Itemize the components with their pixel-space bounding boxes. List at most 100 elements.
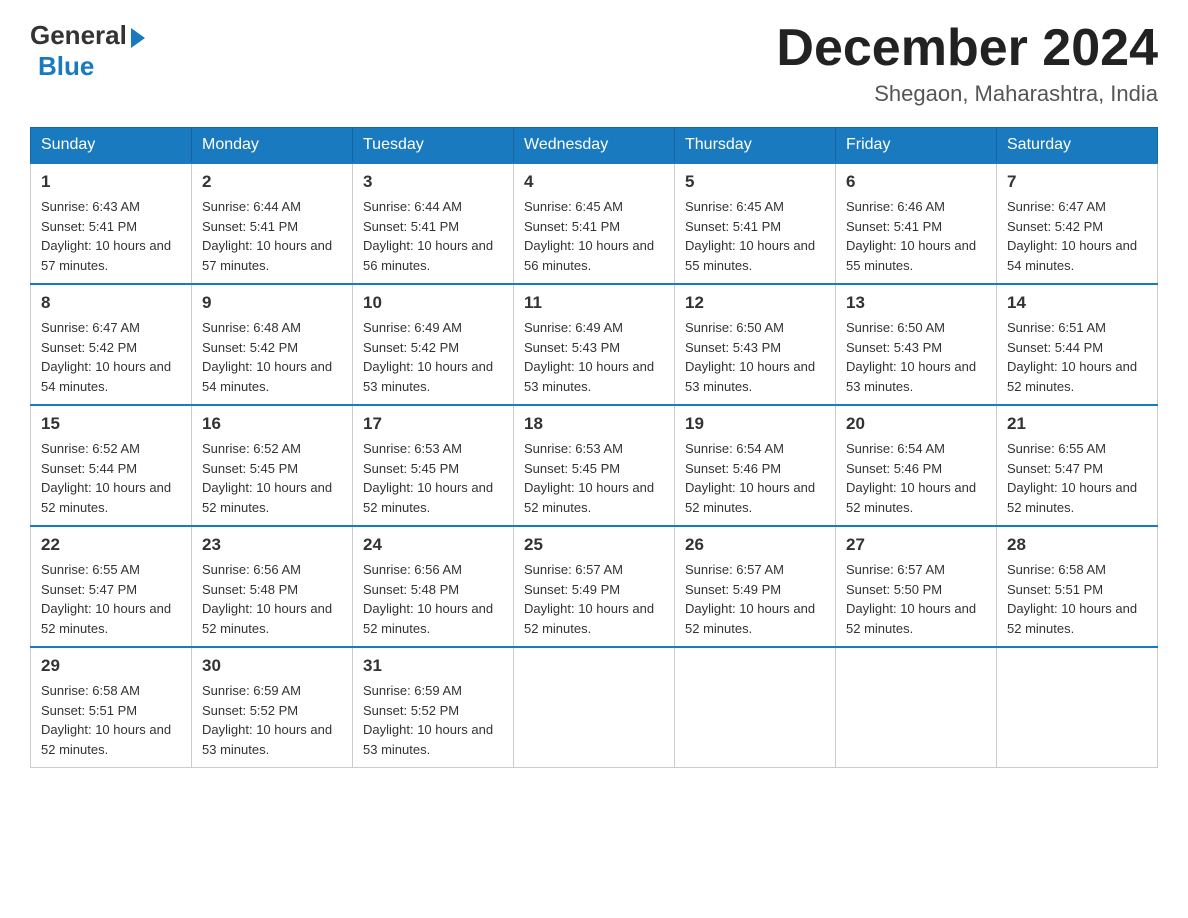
weekday-header-row: SundayMondayTuesdayWednesdayThursdayFrid… — [31, 128, 1158, 164]
day-number: 18 — [524, 414, 664, 434]
day-cell-13: 13Sunrise: 6:50 AMSunset: 5:43 PMDayligh… — [836, 284, 997, 405]
day-info: Sunrise: 6:49 AMSunset: 5:42 PMDaylight:… — [363, 318, 503, 396]
day-number: 15 — [41, 414, 181, 434]
day-number: 31 — [363, 656, 503, 676]
empty-cell — [675, 647, 836, 768]
day-number: 7 — [1007, 172, 1147, 192]
day-cell-20: 20 Sunrise: 6:54 AMSunset: 5:46 PMDayligh… — [836, 405, 997, 526]
day-cell-18: 18 Sunrise: 6:53 AMSunset: 5:45 PMDayligh… — [514, 405, 675, 526]
day-cell-27: 27 Sunrise: 6:57 AMSunset: 5:50 PMDayligh… — [836, 526, 997, 647]
day-cell-10: 10 Sunrise: 6:49 AMSunset: 5:42 PMDayligh… — [353, 284, 514, 405]
day-cell-8: 8 Sunrise: 6:47 AMSunset: 5:42 PMDaylight… — [31, 284, 192, 405]
day-info: Sunrise: 6:57 AMSunset: 5:49 PMDaylight:… — [524, 560, 664, 638]
week-row-1: 1Sunrise: 6:43 AMSunset: 5:41 PMDaylight… — [31, 163, 1158, 284]
day-info: Sunrise: 6:53 AMSunset: 5:45 PMDaylight:… — [363, 439, 503, 517]
day-number: 1 — [41, 172, 181, 192]
day-cell-28: 28 Sunrise: 6:58 AMSunset: 5:51 PMDayligh… — [997, 526, 1158, 647]
logo-general-text: General — [30, 20, 127, 51]
day-cell-7: 7Sunrise: 6:47 AMSunset: 5:42 PMDaylight… — [997, 163, 1158, 284]
weekday-header-thursday: Thursday — [675, 128, 836, 164]
empty-cell — [997, 647, 1158, 768]
day-info: Sunrise: 6:56 AMSunset: 5:48 PMDaylight:… — [202, 560, 342, 638]
week-row-5: 29 Sunrise: 6:58 AMSunset: 5:51 PMDayligh… — [31, 647, 1158, 768]
day-number: 12 — [685, 293, 825, 313]
day-info: Sunrise: 6:56 AMSunset: 5:48 PMDaylight:… — [363, 560, 503, 638]
day-cell-1: 1Sunrise: 6:43 AMSunset: 5:41 PMDaylight… — [31, 163, 192, 284]
day-info: Sunrise: 6:54 AMSunset: 5:46 PMDaylight:… — [685, 439, 825, 517]
logo-arrow-icon — [131, 28, 145, 48]
day-info: Sunrise: 6:57 AMSunset: 5:50 PMDaylight:… — [846, 560, 986, 638]
day-info: Sunrise: 6:52 AMSunset: 5:45 PMDaylight:… — [202, 439, 342, 517]
weekday-header-wednesday: Wednesday — [514, 128, 675, 164]
day-number: 2 — [202, 172, 342, 192]
day-cell-3: 3Sunrise: 6:44 AMSunset: 5:41 PMDaylight… — [353, 163, 514, 284]
day-cell-19: 19 Sunrise: 6:54 AMSunset: 5:46 PMDayligh… — [675, 405, 836, 526]
day-number: 26 — [685, 535, 825, 555]
day-number: 14 — [1007, 293, 1147, 313]
day-cell-29: 29 Sunrise: 6:58 AMSunset: 5:51 PMDayligh… — [31, 647, 192, 768]
weekday-header-monday: Monday — [192, 128, 353, 164]
day-info: Sunrise: 6:44 AMSunset: 5:41 PMDaylight:… — [202, 197, 342, 275]
day-cell-6: 6 Sunrise: 6:46 AMSunset: 5:41 PMDaylight… — [836, 163, 997, 284]
day-info: Sunrise: 6:50 AMSunset: 5:43 PMDaylight:… — [685, 318, 825, 396]
weekday-header-saturday: Saturday — [997, 128, 1158, 164]
day-number: 29 — [41, 656, 181, 676]
day-cell-11: 11 Sunrise: 6:49 AMSunset: 5:43 PMDayligh… — [514, 284, 675, 405]
day-number: 27 — [846, 535, 986, 555]
day-number: 20 — [846, 414, 986, 434]
day-number: 9 — [202, 293, 342, 313]
day-info: Sunrise: 6:49 AMSunset: 5:43 PMDaylight:… — [524, 318, 664, 396]
day-cell-24: 24 Sunrise: 6:56 AMSunset: 5:48 PMDayligh… — [353, 526, 514, 647]
calendar-table: SundayMondayTuesdayWednesdayThursdayFrid… — [30, 127, 1158, 768]
day-info: Sunrise: 6:46 AMSunset: 5:41 PMDaylight:… — [846, 197, 986, 275]
month-title: December 2024 — [776, 20, 1158, 77]
week-row-3: 15 Sunrise: 6:52 AMSunset: 5:44 PMDayligh… — [31, 405, 1158, 526]
day-number: 16 — [202, 414, 342, 434]
day-cell-15: 15 Sunrise: 6:52 AMSunset: 5:44 PMDayligh… — [31, 405, 192, 526]
day-number: 10 — [363, 293, 503, 313]
day-cell-30: 30 Sunrise: 6:59 AMSunset: 5:52 PMDayligh… — [192, 647, 353, 768]
day-number: 8 — [41, 293, 181, 313]
day-number: 19 — [685, 414, 825, 434]
day-info: Sunrise: 6:55 AMSunset: 5:47 PMDaylight:… — [1007, 439, 1147, 517]
day-cell-2: 2 Sunrise: 6:44 AMSunset: 5:41 PMDaylight… — [192, 163, 353, 284]
logo: General Blue — [30, 20, 145, 82]
day-number: 13 — [846, 293, 986, 313]
day-info: Sunrise: 6:54 AMSunset: 5:46 PMDaylight:… — [846, 439, 986, 517]
title-block: December 2024 Shegaon, Maharashtra, Indi… — [776, 20, 1158, 107]
day-info: Sunrise: 6:53 AMSunset: 5:45 PMDaylight:… — [524, 439, 664, 517]
day-info: Sunrise: 6:45 AMSunset: 5:41 PMDaylight:… — [685, 197, 825, 275]
day-cell-12: 12 Sunrise: 6:50 AMSunset: 5:43 PMDayligh… — [675, 284, 836, 405]
location-text: Shegaon, Maharashtra, India — [776, 81, 1158, 107]
day-cell-4: 4Sunrise: 6:45 AMSunset: 5:41 PMDaylight… — [514, 163, 675, 284]
day-info: Sunrise: 6:57 AMSunset: 5:49 PMDaylight:… — [685, 560, 825, 638]
day-info: Sunrise: 6:48 AMSunset: 5:42 PMDaylight:… — [202, 318, 342, 396]
day-info: Sunrise: 6:47 AMSunset: 5:42 PMDaylight:… — [41, 318, 181, 396]
week-row-4: 22Sunrise: 6:55 AMSunset: 5:47 PMDayligh… — [31, 526, 1158, 647]
day-info: Sunrise: 6:58 AMSunset: 5:51 PMDaylight:… — [41, 681, 181, 759]
empty-cell — [514, 647, 675, 768]
day-number: 6 — [846, 172, 986, 192]
day-number: 4 — [524, 172, 664, 192]
weekday-header-tuesday: Tuesday — [353, 128, 514, 164]
day-number: 11 — [524, 293, 664, 313]
day-number: 30 — [202, 656, 342, 676]
day-info: Sunrise: 6:52 AMSunset: 5:44 PMDaylight:… — [41, 439, 181, 517]
day-cell-5: 5Sunrise: 6:45 AMSunset: 5:41 PMDaylight… — [675, 163, 836, 284]
day-cell-9: 9 Sunrise: 6:48 AMSunset: 5:42 PMDaylight… — [192, 284, 353, 405]
empty-cell — [836, 647, 997, 768]
day-cell-21: 21Sunrise: 6:55 AMSunset: 5:47 PMDayligh… — [997, 405, 1158, 526]
day-number: 25 — [524, 535, 664, 555]
day-cell-22: 22Sunrise: 6:55 AMSunset: 5:47 PMDayligh… — [31, 526, 192, 647]
day-number: 3 — [363, 172, 503, 192]
day-cell-14: 14Sunrise: 6:51 AMSunset: 5:44 PMDayligh… — [997, 284, 1158, 405]
day-number: 28 — [1007, 535, 1147, 555]
day-number: 17 — [363, 414, 503, 434]
day-number: 24 — [363, 535, 503, 555]
day-cell-17: 17 Sunrise: 6:53 AMSunset: 5:45 PMDayligh… — [353, 405, 514, 526]
day-info: Sunrise: 6:59 AMSunset: 5:52 PMDaylight:… — [202, 681, 342, 759]
day-cell-25: 25 Sunrise: 6:57 AMSunset: 5:49 PMDayligh… — [514, 526, 675, 647]
day-info: Sunrise: 6:58 AMSunset: 5:51 PMDaylight:… — [1007, 560, 1147, 638]
day-number: 23 — [202, 535, 342, 555]
day-cell-16: 16 Sunrise: 6:52 AMSunset: 5:45 PMDayligh… — [192, 405, 353, 526]
